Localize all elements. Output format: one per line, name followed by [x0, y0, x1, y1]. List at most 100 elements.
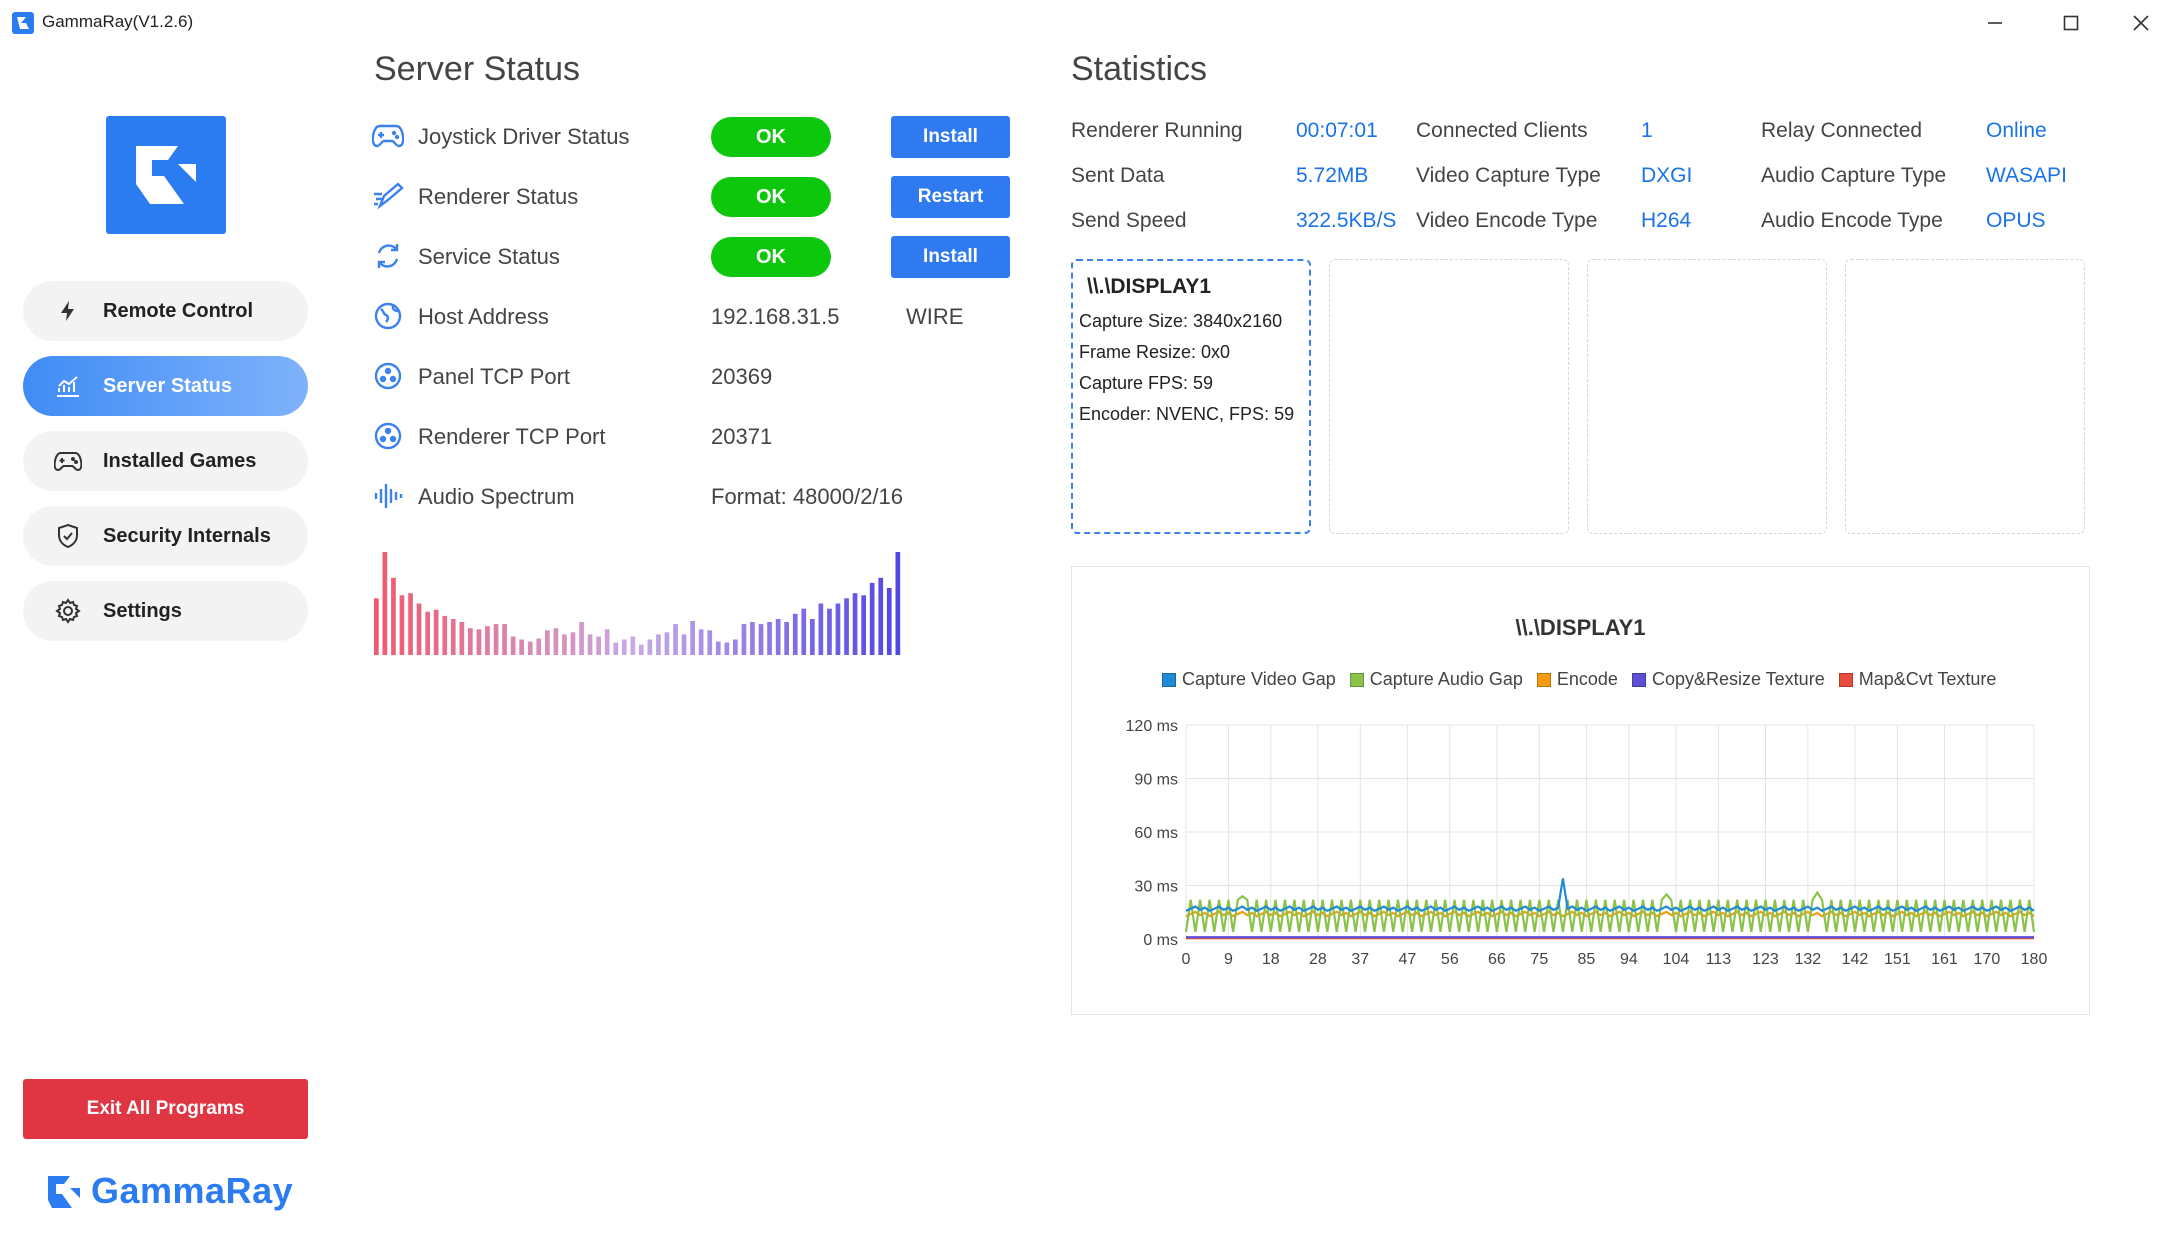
spectrum-bar — [416, 603, 422, 655]
frame-resize: Frame Resize: 0x0 — [1079, 342, 1231, 362]
renderer-tcp-port-value: 20371 — [711, 424, 773, 449]
renderer-running-value: 00:07:01 — [1296, 119, 1378, 142]
panel-tcp-port-label: Panel TCP Port — [418, 364, 571, 389]
y-tick-label: 30 ms — [1134, 879, 1178, 896]
x-tick-label: 123 — [1752, 951, 1779, 968]
spectrum-bar — [869, 582, 875, 655]
x-tick-label: 161 — [1931, 951, 1958, 968]
capture-fps: Capture FPS: 59 — [1079, 373, 1214, 393]
refresh-icon — [372, 240, 404, 272]
spectrum-bar — [681, 634, 687, 655]
sidebar-item-label: Settings — [103, 599, 182, 622]
spectrum-bar — [613, 642, 619, 655]
spectrum-bar — [519, 639, 524, 655]
display-card[interactable]: \\.\DISPLAY1 Capture Size: 3840x2160 Fra… — [1071, 259, 1311, 534]
audio-spectrum-label: Audio Spectrum — [418, 484, 575, 509]
sidebar-item-server-status[interactable]: Server Status — [23, 356, 308, 416]
service-status-label: Service Status — [418, 244, 560, 269]
spectrum-bar — [792, 613, 798, 655]
x-tick-label: 180 — [2021, 951, 2048, 968]
audio-encode-type-value: OPUS — [1986, 209, 2046, 232]
spectrum-bar — [724, 642, 730, 655]
sidebar-item-installed-games[interactable]: Installed Games — [23, 431, 308, 491]
spectrum-bar — [502, 624, 507, 655]
joystick-install-button[interactable]: Install — [891, 116, 1010, 158]
spectrum-bar — [527, 641, 533, 655]
spectrum-bar — [810, 619, 815, 655]
network-icon — [372, 420, 404, 452]
sidebar-item-label: Installed Games — [103, 449, 257, 472]
connected-clients-label: Connected Clients — [1416, 119, 1588, 142]
sidebar-item-remote-control[interactable]: Remote Control — [23, 281, 308, 341]
audio-capture-type-label: Audio Capture Type — [1761, 164, 1947, 187]
spectrum-bar — [579, 622, 584, 655]
service-status-badge: OK — [711, 237, 831, 277]
spectrum-bar — [408, 593, 413, 655]
spectrum-bar — [844, 598, 849, 655]
performance-chart-panel: \\.\DISPLAY1 Capture Video Gap Capture Au… — [1071, 566, 2090, 1015]
spectrum-bar — [818, 603, 824, 655]
chart-plot: 0 9 18 28 37 47 56 66 75 85 94 104 113 123 132 142 151 16… — [1126, 718, 2048, 968]
sidebar-item-label: Security Internals — [103, 524, 271, 547]
spectrum-bar — [758, 624, 764, 655]
renderer-icon — [372, 180, 404, 212]
spectrum-bar — [767, 622, 772, 655]
spectrum-bar — [733, 639, 738, 655]
spectrum-bar — [382, 552, 388, 655]
minimize-button[interactable] — [1960, 6, 2030, 40]
service-install-button[interactable]: Install — [891, 236, 1010, 278]
spectrum-bar — [861, 595, 866, 655]
audio-spectrum-bars — [374, 552, 901, 655]
spectrum-bar — [895, 552, 901, 655]
display-card-empty[interactable] — [1845, 259, 2085, 534]
display-card-empty[interactable] — [1329, 259, 1569, 534]
spectrum-bar — [707, 630, 713, 655]
video-capture-type-value: DXGI — [1641, 164, 1693, 187]
spectrum-bar — [545, 630, 550, 655]
audio-capture-type-value: WASAPI — [1986, 164, 2067, 187]
app-icon — [12, 12, 34, 34]
sidebar-item-settings[interactable]: Settings — [23, 581, 308, 641]
x-tick-label: 113 — [1706, 951, 1732, 968]
close-button[interactable] — [2106, 6, 2176, 40]
x-tick-label: 151 — [1884, 951, 1911, 968]
x-tick-label: 56 — [1441, 951, 1459, 968]
relay-connected-value: Online — [1986, 119, 2047, 142]
spectrum-bar — [784, 622, 789, 655]
spectrum-bar — [562, 634, 567, 655]
x-tick-label: 18 — [1262, 951, 1280, 968]
spectrum-bar — [750, 622, 755, 655]
spectrum-bar — [399, 595, 405, 655]
gamepad-icon — [53, 446, 83, 476]
spectrum-bar — [852, 593, 858, 655]
gear-icon — [53, 596, 83, 626]
y-tick-label: 60 ms — [1134, 825, 1178, 842]
host-address-value: 192.168.31.5 — [711, 304, 840, 329]
spectrum-bar — [442, 615, 448, 655]
x-tick-label: 75 — [1530, 951, 1548, 968]
maximize-button[interactable] — [2036, 6, 2106, 40]
send-speed-value: 322.5KB/S — [1296, 209, 1397, 232]
display-card-empty[interactable] — [1587, 259, 1827, 534]
exit-all-programs-button[interactable]: Exit All Programs — [23, 1079, 308, 1139]
x-tick-label: 47 — [1399, 951, 1417, 968]
x-tick-label: 170 — [1974, 951, 2001, 968]
renderer-restart-button[interactable]: Restart — [891, 176, 1010, 218]
brand-logo-icon — [44, 1172, 84, 1212]
spectrum-bar — [639, 644, 644, 655]
series-line — [1185, 910, 2035, 918]
spectrum-bar — [775, 619, 781, 655]
display-card-title: \\.\DISPLAY1 — [1087, 275, 1212, 298]
sidebar-item-security-internals[interactable]: Security Internals — [23, 506, 308, 566]
spectrum-bar — [433, 609, 439, 655]
x-tick-label: 28 — [1309, 951, 1327, 968]
spectrum-bar — [656, 634, 661, 655]
network-icon — [372, 360, 404, 392]
renderer-status-badge: OK — [711, 177, 831, 217]
x-tick-label: 0 — [1182, 951, 1191, 968]
spectrum-bar — [835, 603, 841, 655]
window-title: GammaRay(V1.2.6) — [42, 12, 194, 31]
renderer-running-label: Renderer Running — [1071, 119, 1243, 142]
spectrum-bar — [621, 639, 627, 655]
spectrum-bar — [570, 632, 576, 655]
